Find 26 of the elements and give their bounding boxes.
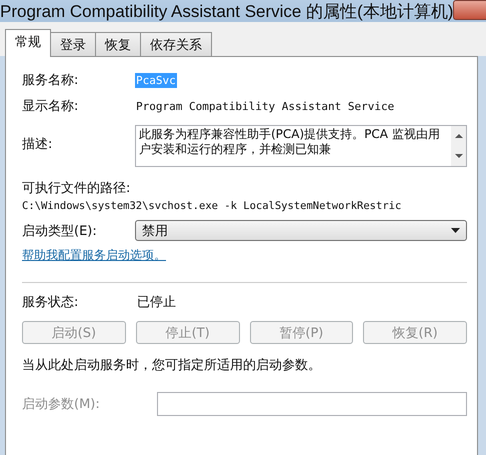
tab[interactable]: 恢复 <box>95 32 141 56</box>
description-text: 此服务为程序兼容性助手(PCA)提供支持。PCA 监视由用户安装和运行的程序，并检测已知兼 <box>138 126 441 158</box>
status-value: 已停止 <box>136 294 176 311</box>
field-label: 服务状态: <box>22 294 80 311</box>
tab[interactable]: 常规 <box>5 29 51 57</box>
display-name-value: Program Compatibility Assistant Service <box>135 98 396 114</box>
tab[interactable]: 依存关系 <box>140 32 212 56</box>
field-label: 服务名称: <box>22 72 80 89</box>
help-link[interactable]: 帮助我配置服务启动选项。 <box>22 247 166 264</box>
field-label: 启动参数(M): <box>22 396 101 413</box>
window-title: Program Compatibility Assistant Service 的属性(本地计算机) <box>0 3 454 20</box>
caret-icon <box>451 228 460 233</box>
tab[interactable]: 登录 <box>50 32 96 56</box>
scroll-down-icon[interactable] <box>454 154 462 158</box>
field-label: 启动类型(E): <box>22 222 98 240</box>
hint-text: 当从此处启动服务时，您可指定所适用的启动参数。 <box>22 357 322 374</box>
scrollbar[interactable] <box>451 126 466 166</box>
field-label: 描述: <box>22 136 54 153</box>
field-label: 显示名称: <box>22 98 80 115</box>
startup-type-dropdown[interactable]: 禁用 <box>135 220 467 241</box>
service-name-value: PcaSvc <box>135 72 177 88</box>
path-value: C:\Windows\system32\svchost.exe -k LocalSystemNetworkRestric <box>22 200 402 212</box>
field-label: 可执行文件的路径: <box>22 180 132 197</box>
close-button[interactable] <box>453 0 486 20</box>
scroll-up-icon[interactable] <box>454 134 462 138</box>
description-field[interactable]: 此服务为程序兼容性助手(PCA)提供支持。PCA 监视由用户安装和运行的程序，并检测已知兼 <box>135 125 467 167</box>
